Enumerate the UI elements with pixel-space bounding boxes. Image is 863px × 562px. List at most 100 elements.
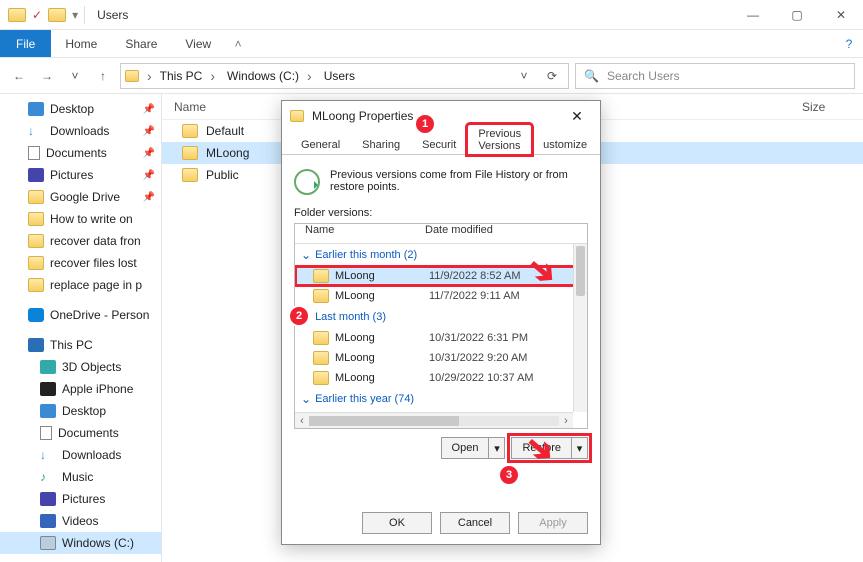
restore-split-button[interactable]: Restore ▾ [511,437,588,459]
up-button[interactable]: ↑ [92,65,114,87]
tree-item[interactable]: Downloads 📌 [0,120,161,142]
version-row[interactable]: MLoong11/9/2022 8:52 AM [295,266,587,286]
pin-icon: 📌 [143,148,155,159]
pin-icon: 📌 [143,126,155,137]
tab-previous-versions[interactable]: Previous Versions [467,124,532,155]
version-group-header[interactable]: Earlier this month (2) [295,244,587,266]
ok-button[interactable]: OK [362,512,432,534]
maximize-button[interactable]: ▢ [775,0,819,30]
tree-item[interactable]: Apple iPhone [0,378,161,400]
share-tab[interactable]: Share [111,30,171,57]
this-pc-icon [28,338,44,352]
version-name: MLoong [335,372,375,384]
folder-icon [313,371,329,385]
version-row[interactable]: MLoong11/7/2022 9:11 AM [295,286,587,306]
tab-customize[interactable]: ustomize [532,135,598,154]
help-icon[interactable]: ? [835,30,863,57]
versions-list[interactable]: Name Date modified Earlier this month (2… [294,223,588,429]
minimize-button[interactable]: — [731,0,775,30]
tree-item[interactable]: Windows (C:) [0,532,161,554]
tree-item-icon [40,536,56,550]
search-box[interactable]: 🔍 Search Users [575,63,855,89]
tab-sharing[interactable]: Sharing [351,135,411,154]
versions-scrollbar-h[interactable]: ‹ › [295,412,573,428]
tree-item-icon [40,404,56,418]
open-button[interactable]: Open [441,437,490,459]
ribbon-collapse-icon[interactable]: ˄ [225,30,251,57]
dialog-close-button[interactable]: ✕ [562,108,592,125]
version-group-header[interactable]: Earlier this year (74) [295,388,587,410]
tree-item-label: recover data fron [50,234,141,248]
version-row[interactable]: MLoong10/31/2022 9:20 AM [295,348,587,368]
app-icon [8,8,26,22]
view-tab[interactable]: View [171,30,225,57]
tree-item-label: Windows (C:) [62,536,134,550]
tree-item[interactable]: Documents📌 [0,142,161,164]
crumb-windows-c[interactable]: Windows (C:) [223,68,316,84]
tree-this-pc[interactable]: This PC [0,334,161,356]
version-date: 11/9/2022 8:52 AM [429,270,521,282]
forward-button[interactable]: → [36,65,58,87]
version-name: MLoong [335,332,375,344]
cancel-button[interactable]: Cancel [440,512,510,534]
scroll-right-icon[interactable]: › [559,415,573,427]
tree-item[interactable]: Documents [0,422,161,444]
address-dropdown-icon[interactable]: ˅ [512,64,536,88]
tree-item-label: replace page in p [50,278,142,292]
versions-col-name[interactable]: Name [295,224,425,243]
file-tab[interactable]: File [0,30,51,57]
properties-dialog: MLoong Properties ✕ General Sharing Secu… [281,100,601,545]
tree-item-label: Downloads [50,124,109,138]
crumb-root-chevron[interactable] [143,68,152,84]
tree-item[interactable]: 3D Objects [0,356,161,378]
versions-col-date[interactable]: Date modified [425,224,587,243]
tree-item[interactable]: Desktop📌 [0,98,161,120]
version-row[interactable]: MLoong10/31/2022 6:31 PM [295,328,587,348]
address-bar[interactable]: This PC Windows (C:) Users ˅ ⟳ [120,63,569,89]
nav-row: ← → ˅ ↑ This PC Windows (C:) Users ˅ ⟳ 🔍… [0,58,863,94]
open-split-button[interactable]: Open ▾ [441,437,506,459]
tree-item[interactable]: recover files lost [0,252,161,274]
onedrive-icon [28,308,44,322]
qat-check-icon[interactable] [32,8,42,22]
tree-item-icon [28,146,40,160]
tree-item-label: Videos [62,514,98,528]
version-row[interactable]: MLoong10/29/2022 10:37 AM [295,368,587,388]
restore-button[interactable]: Restore [511,437,572,459]
tree-item[interactable]: How to write on [0,208,161,230]
tab-security[interactable]: Securit [411,135,467,154]
tree-item[interactable]: Pictures [0,488,161,510]
file-name: MLoong [206,146,249,160]
apply-button[interactable]: Apply [518,512,588,534]
tree-item[interactable]: recover data fron [0,230,161,252]
navigation-pane[interactable]: Desktop📌Downloads📌Documents📌Pictures📌Goo… [0,94,162,562]
tree-item[interactable]: Downloads [0,444,161,466]
tree-item[interactable]: Google Drive📌 [0,186,161,208]
dialog-title-bar[interactable]: MLoong Properties ✕ [282,101,600,131]
tree-item[interactable]: Pictures📌 [0,164,161,186]
open-dropdown[interactable]: ▾ [489,437,505,459]
recent-locations-button[interactable]: ˅ [64,65,86,87]
tree-onedrive[interactable]: OneDrive - Person [0,304,161,326]
tree-item[interactable]: Music [0,466,161,488]
qat-folder-icon[interactable] [48,8,66,22]
versions-scrollbar-v[interactable] [573,244,587,412]
tab-general[interactable]: General [290,135,351,154]
column-size[interactable]: Size [802,100,863,114]
version-group-header[interactable]: Last month (3) [295,306,587,328]
qat-dropdown-icon[interactable]: ▾ [72,8,78,22]
versions-header[interactable]: Name Date modified [295,224,587,244]
tree-item[interactable]: Videos [0,510,161,532]
tree-item[interactable]: Desktop [0,400,161,422]
scroll-left-icon[interactable]: ‹ [295,415,309,427]
tree-item-icon [28,190,44,204]
back-button[interactable]: ← [8,65,30,87]
close-button[interactable]: ✕ [819,0,863,30]
crumb-this-pc[interactable]: This PC [156,68,219,84]
refresh-icon[interactable]: ⟳ [540,64,564,88]
home-tab[interactable]: Home [51,30,111,57]
crumb-users[interactable]: Users [320,69,359,83]
tree-item[interactable]: replace page in p [0,274,161,296]
tree-item-icon [28,256,44,270]
restore-dropdown[interactable]: ▾ [572,437,588,459]
